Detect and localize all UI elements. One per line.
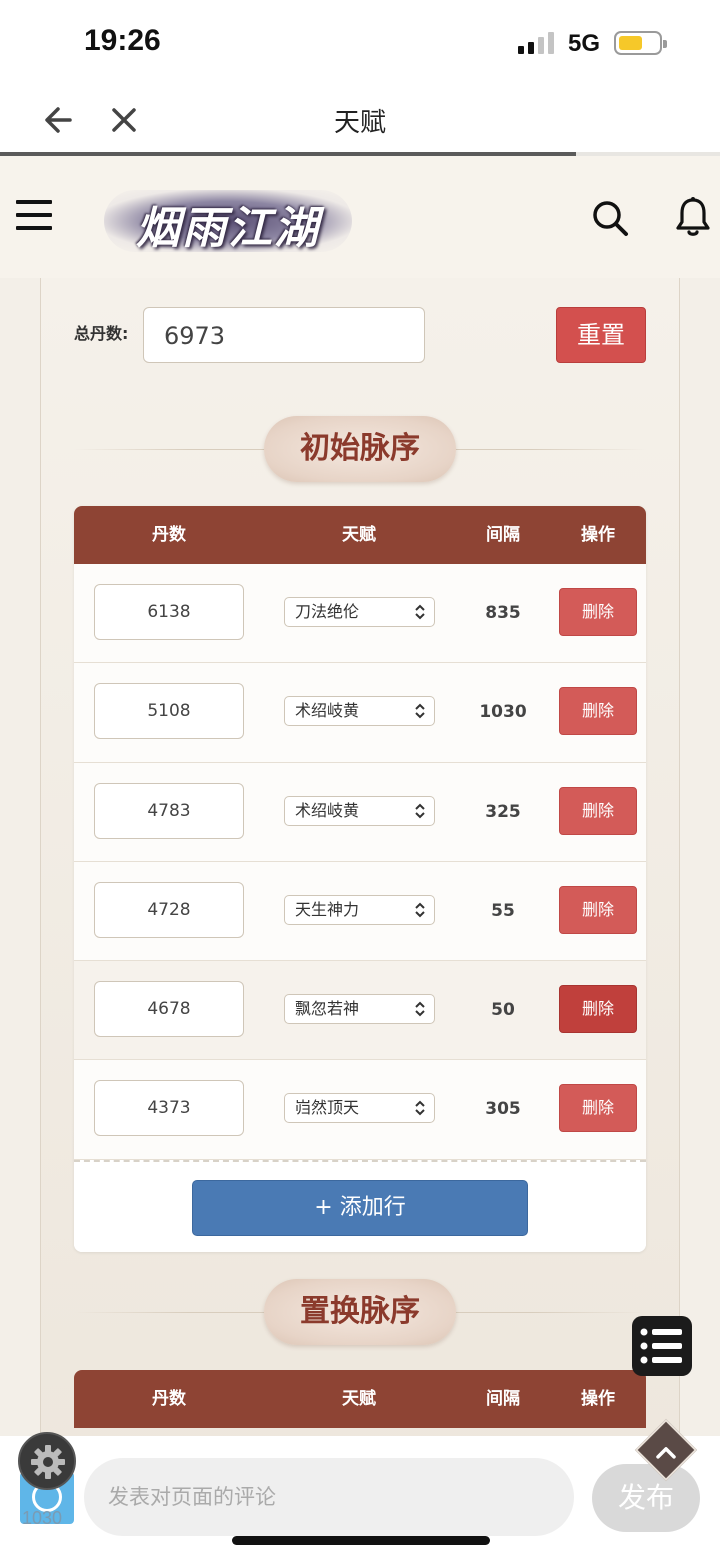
bell-icon[interactable]: [674, 196, 712, 238]
list-icon: [640, 1328, 682, 1364]
table-row: 4678 飘忽若神 50 删除: [74, 961, 646, 1061]
col-header-talent: 天赋: [342, 1389, 376, 1409]
talent-select[interactable]: 术绍岐黄: [284, 795, 435, 826]
section-title-replace: 置换脉序: [74, 1279, 646, 1345]
table-row: 6138 刀法绝伦 835 删除: [74, 564, 646, 664]
dan-input[interactable]: 4728: [94, 881, 244, 938]
gap-value: 55: [491, 900, 515, 921]
like-count: 1030: [22, 1508, 63, 1528]
logo-text: 烟雨江湖: [136, 203, 320, 254]
list-menu-button[interactable]: [632, 1316, 692, 1376]
add-row-area: + 添加行: [74, 1159, 646, 1252]
select-chevron-icon: [415, 803, 425, 819]
dan-input[interactable]: 4678: [94, 981, 244, 1038]
publish-button[interactable]: 发布: [592, 1464, 700, 1532]
section-title-initial: 初始脉序: [74, 416, 646, 482]
nav-bar: 天赋: [0, 88, 720, 154]
select-chevron-icon: [415, 902, 425, 918]
status-bar: 19:26 5G: [0, 0, 720, 88]
site-header: 烟雨江湖: [0, 156, 720, 278]
delete-button[interactable]: 删除: [559, 885, 637, 934]
status-time: 19:26: [84, 24, 161, 57]
delete-button[interactable]: 删除: [559, 687, 637, 736]
select-chevron-icon: [415, 1101, 425, 1116]
delete-button[interactable]: 删除: [559, 588, 637, 636]
dan-input[interactable]: 5108: [94, 683, 244, 740]
col-header-talent: 天赋: [342, 525, 376, 545]
gap-value: 1030: [479, 702, 527, 723]
delete-button[interactable]: 删除: [559, 985, 637, 1034]
gap-value: 305: [485, 1099, 521, 1120]
initial-sequence-table: 丹数 天赋 间隔 操作 6138 刀法绝伦 835 删除 5108 术绍岐黄 1…: [74, 506, 646, 1252]
search-icon[interactable]: [590, 198, 630, 238]
dan-input[interactable]: 4373: [94, 1080, 244, 1137]
battery-icon: [614, 31, 667, 55]
delete-button[interactable]: 删除: [559, 1084, 637, 1133]
gear-icon: [31, 1445, 65, 1479]
dan-input[interactable]: 6138: [94, 584, 244, 640]
table-row: 4783 术绍岐黄 325 删除: [74, 762, 646, 862]
replace-sequence-table-header: 丹数 天赋 间隔 操作: [74, 1370, 646, 1428]
section-title-text: 置换脉序: [264, 1279, 456, 1345]
signal-icon: [518, 32, 554, 54]
col-header-dan: 丹数: [152, 525, 186, 545]
hamburger-menu-icon[interactable]: [16, 200, 52, 232]
gap-value: 835: [485, 603, 521, 623]
talent-select[interactable]: 刀法绝伦: [284, 597, 435, 627]
add-row-button[interactable]: + 添加行: [192, 1179, 528, 1236]
page-title: 天赋: [333, 108, 386, 138]
table-row: 4373 岿然顶天 305 删除: [74, 1060, 646, 1160]
home-indicator: [232, 1536, 490, 1545]
gap-value: 50: [491, 1000, 515, 1021]
select-chevron-icon: [415, 703, 425, 719]
col-header-action: 操作: [581, 525, 615, 545]
col-header-action: 操作: [581, 1389, 615, 1409]
network-type: 5G: [568, 30, 601, 57]
reset-button[interactable]: 重置: [556, 307, 646, 363]
comment-input[interactable]: 发表对页面的评论: [84, 1458, 574, 1536]
talent-select[interactable]: 飘忽若神: [284, 994, 435, 1025]
delete-button[interactable]: 删除: [559, 786, 637, 835]
gap-value: 325: [485, 801, 521, 822]
chevron-up-icon: [656, 1447, 676, 1459]
total-dan-label: 总丹数:: [74, 324, 129, 343]
col-header-gap: 间隔: [486, 1389, 520, 1409]
table-row: 4728 天生神力 55 删除: [74, 861, 646, 962]
col-header-dan: 丹数: [152, 1389, 186, 1409]
dan-input[interactable]: 4783: [94, 782, 244, 839]
site-logo[interactable]: 烟雨江湖: [104, 182, 352, 258]
talent-select[interactable]: 术绍岐黄: [284, 696, 435, 727]
settings-button[interactable]: [18, 1432, 76, 1490]
talent-select[interactable]: 天生神力: [284, 894, 435, 925]
total-dan-input[interactable]: 6973: [143, 307, 425, 363]
table-header: 丹数 天赋 间隔 操作: [74, 506, 646, 564]
select-chevron-icon: [415, 1001, 425, 1017]
select-chevron-icon: [415, 604, 425, 620]
table-row: 5108 术绍岐黄 1030 删除: [74, 663, 646, 763]
col-header-gap: 间隔: [486, 525, 520, 545]
section-title-text: 初始脉序: [264, 416, 456, 482]
talent-select[interactable]: 岿然顶天: [284, 1093, 435, 1124]
